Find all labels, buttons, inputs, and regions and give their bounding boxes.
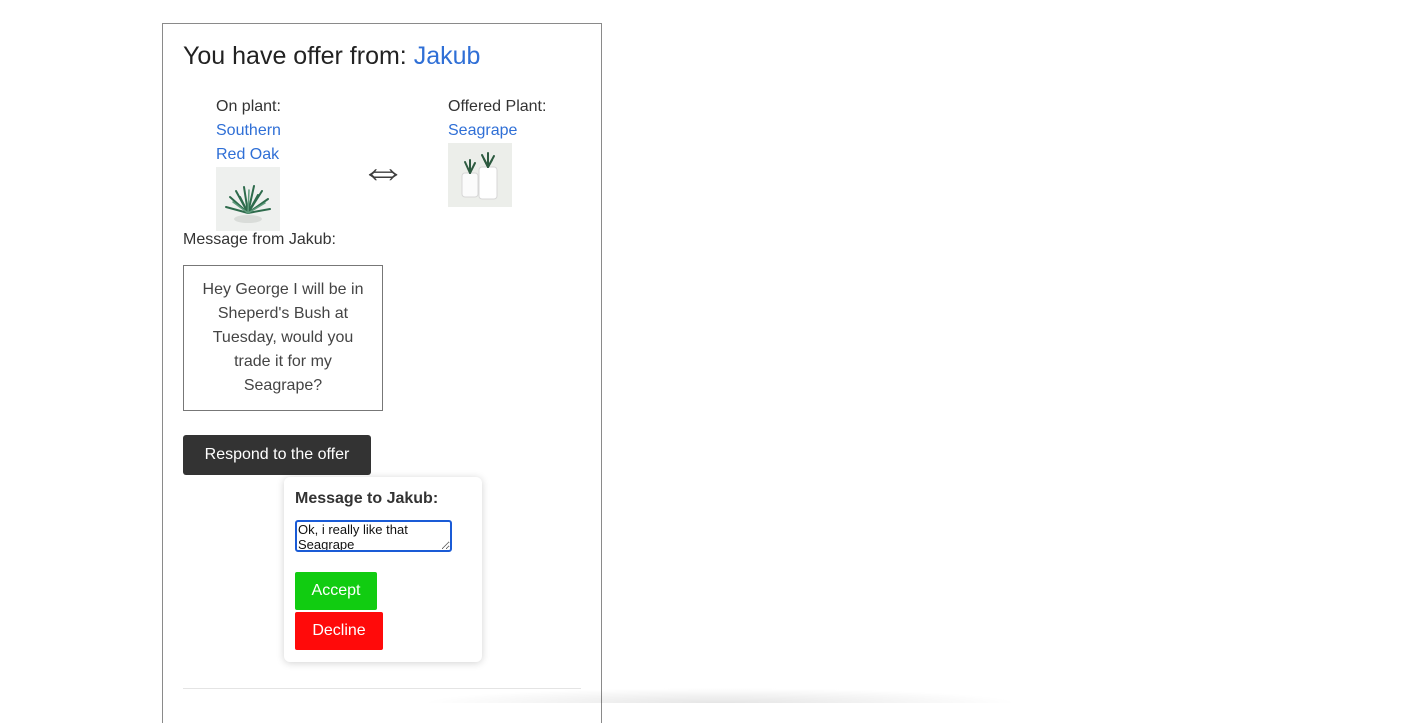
message-from-label: Message from Jakub: <box>183 231 336 248</box>
reply-input[interactable]: Ok, i really like that Seagrape <box>295 520 452 552</box>
offer-title: You have offer from: Jakub <box>183 42 480 71</box>
offered-plant-column: Offered Plant: Seagrape <box>448 95 548 207</box>
response-popover: Message to Jakub: Ok, i really like that… <box>284 477 482 662</box>
on-plant-column: On plant: Southern Red Oak <box>216 95 306 231</box>
respond-button[interactable]: Respond to the offer <box>183 435 371 475</box>
on-plant-label: On plant: <box>216 98 281 115</box>
bottom-shadow <box>420 688 1020 703</box>
on-plant-image[interactable] <box>216 167 280 231</box>
double-arrow-icon: ⇔ <box>359 144 407 197</box>
offer-title-prefix: You have offer from: <box>183 42 407 70</box>
message-from-box: Hey George I will be in Sheperd's Bush a… <box>183 265 383 411</box>
response-title: Message to Jakub: <box>295 490 439 507</box>
accept-button[interactable]: Accept <box>295 572 377 610</box>
offered-plant-image[interactable] <box>448 143 512 207</box>
offered-plant-link[interactable]: Seagrape <box>448 119 548 143</box>
offered-plant-label: Offered Plant: <box>448 98 547 115</box>
sender-link[interactable]: Jakub <box>414 42 481 70</box>
decline-button[interactable]: Decline <box>295 612 383 650</box>
on-plant-link[interactable]: Southern Red Oak <box>216 119 306 167</box>
